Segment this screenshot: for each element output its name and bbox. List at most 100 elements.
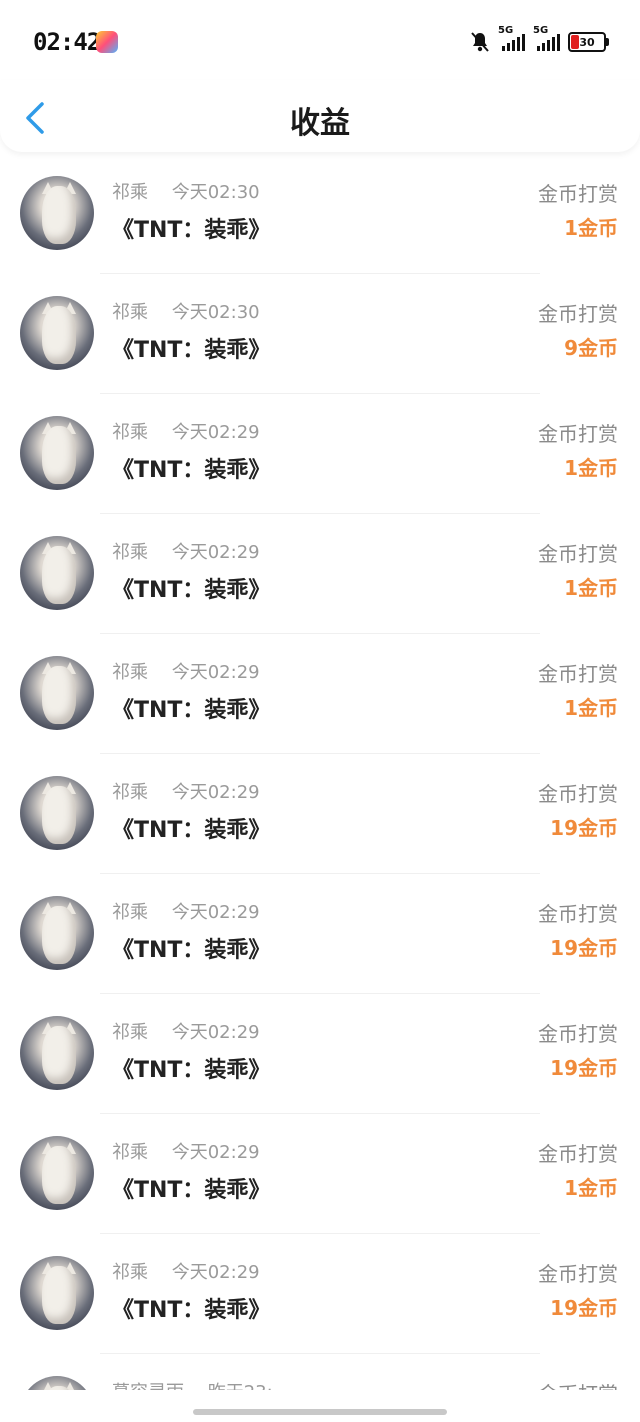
list-item[interactable]: 祁乘 今天02:29 《TNT：装乖》 金币打赏 19金币: [0, 874, 640, 994]
user-name: 慕容灵雨: [112, 1382, 184, 1390]
user-name: 祁乘: [112, 662, 148, 683]
work-title: 《TNT：装乖》: [112, 1298, 271, 1323]
item-reward: 金币打赏 19金币: [538, 898, 618, 961]
item-reward: 金币打赏 1金币: [538, 1138, 618, 1201]
user-name: 祁乘: [112, 1022, 148, 1043]
item-info: 祁乘 今天02:29 《TNT：装乖》: [112, 778, 270, 844]
item-time: 今天02:29: [171, 542, 260, 563]
item-info: 祁乘 今天02:29 《TNT：装乖》: [112, 898, 270, 964]
item-reward: 金币打赏 19金币: [538, 1258, 618, 1321]
item-info: 祁乘 今天02:29 《TNT：装乖》: [112, 658, 270, 724]
reward-amount: 1金币: [564, 696, 618, 720]
work-title: 《TNT：装乖》: [112, 458, 271, 483]
item-time: 今天02:30: [171, 182, 260, 203]
item-reward: 金币打赏 9金币: [538, 298, 618, 361]
item-time: 今天02:30: [171, 302, 260, 323]
avatar[interactable]: [20, 416, 94, 490]
list-item[interactable]: 祁乘 今天02:29 《TNT：装乖》 金币打赏 1金币: [0, 1114, 640, 1234]
avatar[interactable]: [20, 176, 94, 250]
item-time: 今天02:29: [171, 1142, 260, 1163]
avatar[interactable]: [20, 1256, 94, 1330]
reward-amount: 19金币: [550, 816, 618, 840]
reward-type: 金币打赏: [538, 902, 618, 926]
list-item[interactable]: 祁乘 今天02:29 《TNT：装乖》 金币打赏 19金币: [0, 754, 640, 874]
reward-type: 金币打赏: [538, 1022, 618, 1046]
avatar[interactable]: [20, 1136, 94, 1210]
list-item[interactable]: 祁乘 今天02:29 《TNT：装乖》 金币打赏 1金币: [0, 514, 640, 634]
reward-amount: 19金币: [550, 1296, 618, 1320]
list-item[interactable]: 祁乘 今天02:29 《TNT：装乖》 金币打赏 1金币: [0, 634, 640, 754]
item-meta: 祁乘 今天02:29: [112, 1018, 270, 1044]
reward-type: 金币打赏: [538, 182, 618, 206]
user-name: 祁乘: [112, 422, 148, 443]
item-time: 今天02:29: [171, 782, 260, 803]
battery-level: 30: [579, 35, 595, 49]
list-item[interactable]: 祁乘 今天02:29 《TNT：装乖》 金币打赏 19金币: [0, 1234, 640, 1354]
reward-amount: 1金币: [564, 576, 618, 600]
avatar[interactable]: [20, 1376, 94, 1390]
work-title: 《TNT：装乖》: [112, 1058, 271, 1083]
item-info: 慕容灵雨 昨天23:: [112, 1378, 273, 1390]
home-indicator[interactable]: [193, 1409, 447, 1415]
avatar[interactable]: [20, 896, 94, 970]
status-time: 02:42: [33, 28, 101, 56]
reward-amount: 1金币: [564, 216, 618, 240]
reward-type: 金币打赏: [538, 1262, 618, 1286]
item-reward: 金币打赏 19金币: [538, 778, 618, 841]
user-name: 祁乘: [112, 302, 148, 323]
list-item[interactable]: 祁乘 今天02:30 《TNT：装乖》 金币打赏 9金币: [0, 274, 640, 394]
avatar[interactable]: [20, 1016, 94, 1090]
earnings-list: 祁乘 今天02:30 《TNT：装乖》 金币打赏 1金币 祁乘 今天02:30 …: [0, 154, 640, 1390]
nav-bar: 收益: [0, 80, 640, 152]
item-time: 今天02:29: [171, 422, 260, 443]
reward-type: 金币打赏: [538, 1378, 618, 1390]
item-time: 今天02:29: [171, 1262, 260, 1283]
item-time: 今天02:29: [171, 662, 260, 683]
list-item[interactable]: 祁乘 今天02:29 《TNT：装乖》 金币打赏 19金币: [0, 994, 640, 1114]
avatar[interactable]: [20, 296, 94, 370]
reward-amount: 1金币: [564, 1176, 618, 1200]
avatar[interactable]: [20, 656, 94, 730]
list-item[interactable]: 祁乘 今天02:30 《TNT：装乖》 金币打赏 1金币: [0, 154, 640, 274]
avatar[interactable]: [20, 536, 94, 610]
reward-type: 金币打赏: [538, 542, 618, 566]
work-title: 《TNT：装乖》: [112, 338, 271, 363]
item-info: 祁乘 今天02:29 《TNT：装乖》: [112, 538, 270, 604]
item-meta: 祁乘 今天02:29: [112, 1258, 270, 1284]
item-time: 今天02:29: [171, 1022, 260, 1043]
reward-amount: 19金币: [550, 1056, 618, 1080]
item-meta: 祁乘 今天02:29: [112, 538, 270, 564]
item-reward: 金币打赏 19金币: [538, 1018, 618, 1081]
item-meta: 祁乘 今天02:29: [112, 418, 270, 444]
item-meta: 慕容灵雨 昨天23:: [112, 1378, 273, 1390]
item-info: 祁乘 今天02:30 《TNT：装乖》: [112, 178, 270, 244]
signal-2-icon: 5G: [533, 25, 560, 51]
work-title: 《TNT：装乖》: [112, 698, 271, 723]
item-reward: 金币打赏 1金币: [538, 538, 618, 601]
user-name: 祁乘: [112, 182, 148, 203]
work-title: 《TNT：装乖》: [112, 818, 271, 843]
signal-1-icon: 5G: [498, 25, 525, 51]
app-notification-icon: [96, 31, 118, 53]
status-bar: 02:42 5G 5G 30: [0, 0, 640, 80]
reward-type: 金币打赏: [538, 782, 618, 806]
user-name: 祁乘: [112, 1142, 148, 1163]
item-time: 今天02:29: [171, 902, 260, 923]
item-reward: 金币打赏: [538, 1378, 618, 1390]
item-reward: 金币打赏 1金币: [538, 418, 618, 481]
item-meta: 祁乘 今天02:29: [112, 658, 270, 684]
bell-muted-icon: [471, 32, 489, 52]
item-reward: 金币打赏 1金币: [538, 178, 618, 241]
list-item[interactable]: 慕容灵雨 昨天23: 金币打赏: [0, 1354, 640, 1390]
avatar[interactable]: [20, 776, 94, 850]
item-meta: 祁乘 今天02:30: [112, 178, 270, 204]
user-name: 祁乘: [112, 542, 148, 563]
work-title: 《TNT：装乖》: [112, 938, 271, 963]
list-item[interactable]: 祁乘 今天02:29 《TNT：装乖》 金币打赏 1金币: [0, 394, 640, 514]
page-title: 收益: [290, 106, 350, 141]
user-name: 祁乘: [112, 782, 148, 803]
item-meta: 祁乘 今天02:29: [112, 1138, 270, 1164]
work-title: 《TNT：装乖》: [112, 218, 271, 243]
work-title: 《TNT：装乖》: [112, 578, 271, 603]
item-info: 祁乘 今天02:29 《TNT：装乖》: [112, 418, 270, 484]
